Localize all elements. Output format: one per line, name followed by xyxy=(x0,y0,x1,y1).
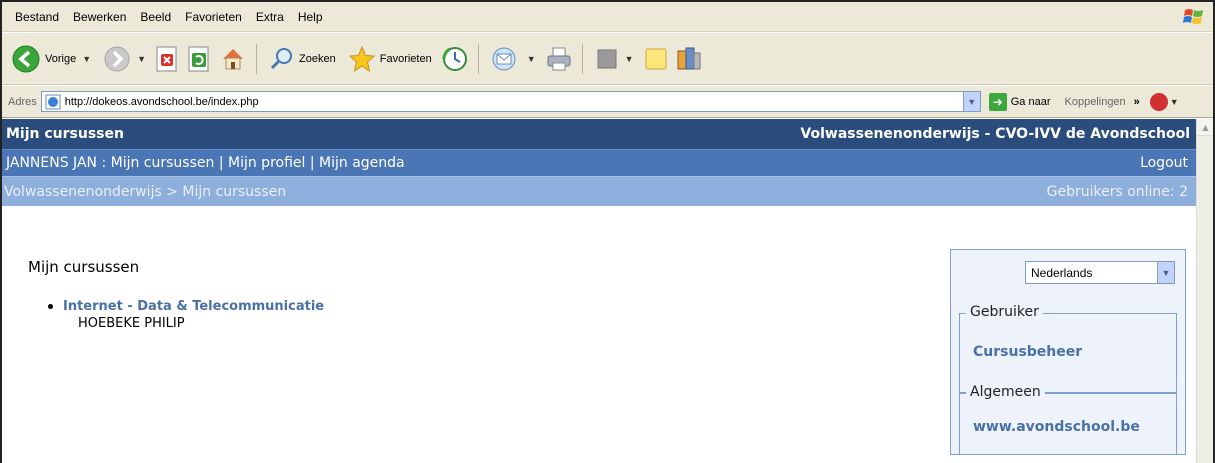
menu-bar: Bestand Bewerken Beeld Favorieten Extra … xyxy=(2,2,1213,32)
nav-my-courses[interactable]: Mijn cursussen xyxy=(111,155,215,171)
chevron-down-icon[interactable]: ▼ xyxy=(527,54,536,64)
note-icon[interactable] xyxy=(643,46,669,72)
menu-favorites[interactable]: Favorieten xyxy=(178,8,249,26)
menu-edit[interactable]: Bewerken xyxy=(66,8,133,26)
web-page: Mijn cursussen Volwassenenonderwijs - CV… xyxy=(2,119,1196,463)
go-button[interactable]: ➜ Ga naar xyxy=(988,92,1051,111)
page-title: Mijn cursussen xyxy=(28,258,140,276)
browser-window: Bestand Bewerken Beeld Favorieten Extra … xyxy=(0,0,1215,463)
user-nav-bar: JANNENS JAN : Mijn cursussen | Mijn prof… xyxy=(2,149,1196,176)
site-title: Mijn cursussen xyxy=(6,126,124,142)
star-icon xyxy=(348,45,375,72)
website-link[interactable]: www.avondschool.be xyxy=(973,419,1140,435)
chevron-down-icon[interactable]: ▼ xyxy=(1170,97,1179,107)
menu-help[interactable]: Help xyxy=(291,8,330,26)
favorites-button[interactable]: Favorieten xyxy=(345,41,435,77)
chevron-down-icon[interactable]: ▼ xyxy=(82,54,91,64)
user-name: JANNENS JAN : xyxy=(6,155,107,171)
double-chevron-icon[interactable]: » xyxy=(1134,96,1140,108)
go-arrow-icon: ➜ xyxy=(988,92,1007,111)
toolbar-extra-icon[interactable] xyxy=(1149,92,1168,111)
toolbar-separator xyxy=(477,43,479,74)
toolbar-separator xyxy=(256,43,258,74)
breadcrumb-bar: Volwassenenonderwijs > Mijn cursussen Ge… xyxy=(2,176,1196,206)
messenger-icon[interactable] xyxy=(675,45,703,73)
language-value: Nederlands xyxy=(1031,265,1093,280)
history-icon[interactable] xyxy=(441,45,469,73)
home-icon[interactable] xyxy=(219,45,247,73)
ie-page-icon xyxy=(45,94,61,109)
general-legend: Algemeen xyxy=(966,384,1045,400)
print-icon[interactable] xyxy=(545,45,573,73)
nav-separator: | xyxy=(309,155,315,171)
favorites-label: Favorieten xyxy=(379,52,432,65)
vertical-scrollbar[interactable]: ▲ xyxy=(1196,119,1213,463)
address-label: Adres xyxy=(8,95,37,108)
users-online: Gebruikers online: 2 xyxy=(1046,183,1188,200)
bullet-icon xyxy=(48,304,53,309)
back-label: Vorige xyxy=(45,52,77,65)
back-button[interactable]: Vorige ▼ xyxy=(8,41,94,77)
chevron-down-icon[interactable]: ▼ xyxy=(625,54,634,64)
user-nav: JANNENS JAN : Mijn cursussen | Mijn prof… xyxy=(6,155,405,171)
site-header: Mijn cursussen Volwassenenonderwijs - CV… xyxy=(2,119,1196,149)
mail-button[interactable]: ▼ xyxy=(488,41,539,77)
forward-arrow-icon xyxy=(104,46,130,71)
address-bar: Adres http://dokeos.avondschool.be/index… xyxy=(2,86,1213,118)
toolbar: Vorige ▼ ▼ Zoeken Favorieten ▼ ▼ xyxy=(2,33,1213,85)
nav-my-agenda[interactable]: Mijn agenda xyxy=(319,155,405,171)
toolbar-separator xyxy=(581,43,583,74)
edit-icon xyxy=(597,49,617,68)
mail-icon xyxy=(492,47,516,70)
back-arrow-icon xyxy=(12,45,40,72)
search-label: Zoeken xyxy=(299,52,336,65)
general-fieldset: Algemeen www.avondschool.be xyxy=(959,384,1177,455)
course-link[interactable]: Internet - Data & Telecommunicatie xyxy=(48,299,324,314)
course-list: Internet - Data & Telecommunicatie HOEBE… xyxy=(48,299,324,331)
edit-button[interactable]: ▼ xyxy=(592,41,637,77)
search-button[interactable]: Zoeken xyxy=(266,41,339,77)
menu-file[interactable]: Bestand xyxy=(8,8,66,26)
menu-view[interactable]: Beeld xyxy=(133,8,178,26)
search-icon xyxy=(270,47,293,69)
nav-my-profile[interactable]: Mijn profiel xyxy=(228,155,305,171)
address-url: http://dokeos.avondschool.be/index.php xyxy=(64,95,259,108)
scroll-up-icon[interactable]: ▲ xyxy=(1197,119,1213,136)
chevron-down-icon[interactable]: ▼ xyxy=(1157,262,1174,283)
links-label[interactable]: Koppelingen xyxy=(1065,96,1126,108)
course-teacher: HOEBEKE PHILIP xyxy=(78,316,185,331)
breadcrumb[interactable]: Volwassenenonderwijs > Mijn cursussen xyxy=(4,184,286,200)
address-dropdown-icon[interactable]: ▼ xyxy=(962,92,980,111)
chevron-down-icon[interactable]: ▼ xyxy=(137,54,146,64)
go-label: Ga naar xyxy=(1010,95,1051,108)
user-legend: Gebruiker xyxy=(966,304,1043,320)
menu-tools[interactable]: Extra xyxy=(249,8,291,26)
list-item: Internet - Data & Telecommunicatie HOEBE… xyxy=(48,299,324,331)
address-input[interactable]: http://dokeos.avondschool.be/index.php ▼ xyxy=(40,91,981,112)
institution-name[interactable]: Volwassenenonderwijs - CVO-IVV de Avonds… xyxy=(800,126,1190,142)
sidebar-panel: Nederlands ▼ Gebruiker Cursusbeheer Alge… xyxy=(950,249,1186,455)
windows-logo-icon xyxy=(1183,9,1203,24)
forward-button[interactable]: ▼ xyxy=(100,41,149,77)
stop-icon[interactable] xyxy=(155,46,181,72)
language-select[interactable]: Nederlands ▼ xyxy=(1025,261,1175,284)
logout-link[interactable]: Logout xyxy=(1140,155,1188,171)
nav-separator: | xyxy=(218,155,224,171)
user-fieldset: Gebruiker Cursusbeheer xyxy=(959,304,1177,393)
course-title[interactable]: Internet - Data & Telecommunicatie xyxy=(63,299,324,314)
refresh-icon[interactable] xyxy=(187,46,213,72)
course-admin-link[interactable]: Cursusbeheer xyxy=(973,344,1082,360)
